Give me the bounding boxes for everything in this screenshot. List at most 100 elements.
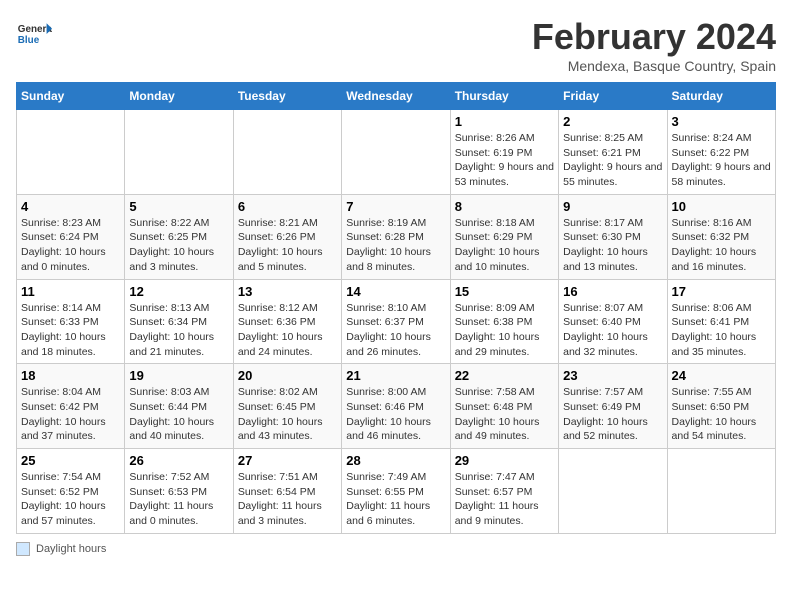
day-cell: 14 Sunrise: 8:10 AMSunset: 6:37 PMDayligh… xyxy=(342,279,450,364)
day-cell: 11Sunrise: 8:14 AMSunset: 6:33 PMDayligh… xyxy=(17,279,125,364)
day-number: 28 xyxy=(346,453,445,468)
week-row-4: 18Sunrise: 8:04 AMSunset: 6:42 PMDayligh… xyxy=(17,364,776,449)
day-cell: 25Sunrise: 7:54 AMSunset: 6:52 PMDayligh… xyxy=(17,449,125,534)
day-info: Sunrise: 8:21 AMSunset: 6:26 PMDaylight:… xyxy=(238,216,337,275)
day-header-tuesday: Tuesday xyxy=(233,83,341,110)
day-number: 9 xyxy=(563,199,662,214)
day-number: 13 xyxy=(238,284,337,299)
day-info: Sunrise: 8:26 AMSunset: 6:19 PMDaylight:… xyxy=(455,131,554,190)
day-number: 22 xyxy=(455,368,554,383)
day-cell xyxy=(559,449,667,534)
day-cell: 27Sunrise: 7:51 AMSunset: 6:54 PMDayligh… xyxy=(233,449,341,534)
day-cell: 26 Sunrise: 7:52 AMSunset: 6:53 PMDayligh… xyxy=(125,449,233,534)
day-number: 1 xyxy=(455,114,554,129)
day-number: 29 xyxy=(455,453,554,468)
day-cell: 8 Sunrise: 8:18 AMSunset: 6:29 PMDaylight… xyxy=(450,194,558,279)
day-info: Sunrise: 7:58 AMSunset: 6:48 PMDaylight:… xyxy=(455,385,554,444)
day-cell xyxy=(342,110,450,195)
day-header-wednesday: Wednesday xyxy=(342,83,450,110)
day-header-saturday: Saturday xyxy=(667,83,775,110)
day-header-friday: Friday xyxy=(559,83,667,110)
day-cell: 2 Sunrise: 8:25 AMSunset: 6:21 PMDaylight… xyxy=(559,110,667,195)
footer-box xyxy=(16,542,30,556)
day-cell: 23 Sunrise: 7:57 AMSunset: 6:49 PMDayligh… xyxy=(559,364,667,449)
day-number: 8 xyxy=(455,199,554,214)
day-info: Sunrise: 8:12 AMSunset: 6:36 PMDaylight:… xyxy=(238,301,337,360)
footer-label: Daylight hours xyxy=(36,543,106,555)
day-number: 26 xyxy=(129,453,228,468)
day-cell: 6Sunrise: 8:21 AMSunset: 6:26 PMDaylight… xyxy=(233,194,341,279)
day-number: 5 xyxy=(129,199,228,214)
day-number: 23 xyxy=(563,368,662,383)
day-info: Sunrise: 8:03 AMSunset: 6:44 PMDaylight:… xyxy=(129,385,228,444)
day-number: 7 xyxy=(346,199,445,214)
day-info: Sunrise: 8:14 AMSunset: 6:33 PMDaylight:… xyxy=(21,301,120,360)
day-number: 10 xyxy=(672,199,771,214)
day-cell: 20 Sunrise: 8:02 AMSunset: 6:45 PMDayligh… xyxy=(233,364,341,449)
calendar-title: February 2024 xyxy=(532,16,776,58)
day-info: Sunrise: 8:10 AMSunset: 6:37 PMDaylight:… xyxy=(346,301,445,360)
day-number: 4 xyxy=(21,199,120,214)
day-info: Sunrise: 7:47 AMSunset: 6:57 PMDaylight:… xyxy=(455,470,554,529)
day-cell: 22 Sunrise: 7:58 AMSunset: 6:48 PMDayligh… xyxy=(450,364,558,449)
day-cell: 21 Sunrise: 8:00 AMSunset: 6:46 PMDayligh… xyxy=(342,364,450,449)
day-cell: 16Sunrise: 8:07 AMSunset: 6:40 PMDayligh… xyxy=(559,279,667,364)
day-info: Sunrise: 8:09 AMSunset: 6:38 PMDaylight:… xyxy=(455,301,554,360)
day-cell: 28Sunrise: 7:49 AMSunset: 6:55 PMDayligh… xyxy=(342,449,450,534)
day-cell xyxy=(233,110,341,195)
day-info: Sunrise: 8:07 AMSunset: 6:40 PMDaylight:… xyxy=(563,301,662,360)
day-number: 17 xyxy=(672,284,771,299)
day-info: Sunrise: 8:23 AMSunset: 6:24 PMDaylight:… xyxy=(21,216,120,275)
day-cell: 10 Sunrise: 8:16 AMSunset: 6:32 PMDayligh… xyxy=(667,194,775,279)
day-cell: 9 Sunrise: 8:17 AMSunset: 6:30 PMDaylight… xyxy=(559,194,667,279)
header: General Blue February 2024 Mendexa, Basq… xyxy=(16,16,776,74)
day-number: 3 xyxy=(672,114,771,129)
day-number: 15 xyxy=(455,284,554,299)
logo: General Blue xyxy=(16,16,52,52)
calendar-subtitle: Mendexa, Basque Country, Spain xyxy=(532,58,776,74)
day-info: Sunrise: 8:00 AMSunset: 6:46 PMDaylight:… xyxy=(346,385,445,444)
day-number: 2 xyxy=(563,114,662,129)
day-cell: 7 Sunrise: 8:19 AMSunset: 6:28 PMDaylight… xyxy=(342,194,450,279)
day-info: Sunrise: 8:25 AMSunset: 6:21 PMDaylight:… xyxy=(563,131,662,190)
day-cell xyxy=(667,449,775,534)
day-info: Sunrise: 7:57 AMSunset: 6:49 PMDaylight:… xyxy=(563,385,662,444)
day-info: Sunrise: 8:19 AMSunset: 6:28 PMDaylight:… xyxy=(346,216,445,275)
title-area: February 2024 Mendexa, Basque Country, S… xyxy=(532,16,776,74)
day-info: Sunrise: 8:22 AMSunset: 6:25 PMDaylight:… xyxy=(129,216,228,275)
day-info: Sunrise: 8:04 AMSunset: 6:42 PMDaylight:… xyxy=(21,385,120,444)
day-info: Sunrise: 8:16 AMSunset: 6:32 PMDaylight:… xyxy=(672,216,771,275)
day-cell: 19Sunrise: 8:03 AMSunset: 6:44 PMDayligh… xyxy=(125,364,233,449)
week-row-2: 4 Sunrise: 8:23 AMSunset: 6:24 PMDaylight… xyxy=(17,194,776,279)
footer: Daylight hours xyxy=(16,542,776,556)
day-cell: 1 Sunrise: 8:26 AMSunset: 6:19 PMDaylight… xyxy=(450,110,558,195)
day-cell: 24Sunrise: 7:55 AMSunset: 6:50 PMDayligh… xyxy=(667,364,775,449)
day-cell: 12 Sunrise: 8:13 AMSunset: 6:34 PMDayligh… xyxy=(125,279,233,364)
day-cell xyxy=(125,110,233,195)
day-cell: 29 Sunrise: 7:47 AMSunset: 6:57 PMDayligh… xyxy=(450,449,558,534)
week-row-3: 11Sunrise: 8:14 AMSunset: 6:33 PMDayligh… xyxy=(17,279,776,364)
day-header-sunday: Sunday xyxy=(17,83,125,110)
day-info: Sunrise: 7:51 AMSunset: 6:54 PMDaylight:… xyxy=(238,470,337,529)
day-header-thursday: Thursday xyxy=(450,83,558,110)
day-cell: 13 Sunrise: 8:12 AMSunset: 6:36 PMDayligh… xyxy=(233,279,341,364)
svg-text:Blue: Blue xyxy=(18,35,40,46)
header-row: SundayMondayTuesdayWednesdayThursdayFrid… xyxy=(17,83,776,110)
day-info: Sunrise: 8:06 AMSunset: 6:41 PMDaylight:… xyxy=(672,301,771,360)
day-info: Sunrise: 7:54 AMSunset: 6:52 PMDaylight:… xyxy=(21,470,120,529)
day-info: Sunrise: 8:24 AMSunset: 6:22 PMDaylight:… xyxy=(672,131,771,190)
day-info: Sunrise: 8:02 AMSunset: 6:45 PMDaylight:… xyxy=(238,385,337,444)
day-number: 12 xyxy=(129,284,228,299)
logo-icon: General Blue xyxy=(16,16,52,52)
day-number: 14 xyxy=(346,284,445,299)
day-info: Sunrise: 7:55 AMSunset: 6:50 PMDaylight:… xyxy=(672,385,771,444)
day-number: 20 xyxy=(238,368,337,383)
day-info: Sunrise: 8:17 AMSunset: 6:30 PMDaylight:… xyxy=(563,216,662,275)
day-number: 21 xyxy=(346,368,445,383)
day-info: Sunrise: 8:13 AMSunset: 6:34 PMDaylight:… xyxy=(129,301,228,360)
day-info: Sunrise: 7:52 AMSunset: 6:53 PMDaylight:… xyxy=(129,470,228,529)
day-info: Sunrise: 8:18 AMSunset: 6:29 PMDaylight:… xyxy=(455,216,554,275)
day-cell: 15 Sunrise: 8:09 AMSunset: 6:38 PMDayligh… xyxy=(450,279,558,364)
day-cell: 17 Sunrise: 8:06 AMSunset: 6:41 PMDayligh… xyxy=(667,279,775,364)
day-cell: 5 Sunrise: 8:22 AMSunset: 6:25 PMDaylight… xyxy=(125,194,233,279)
